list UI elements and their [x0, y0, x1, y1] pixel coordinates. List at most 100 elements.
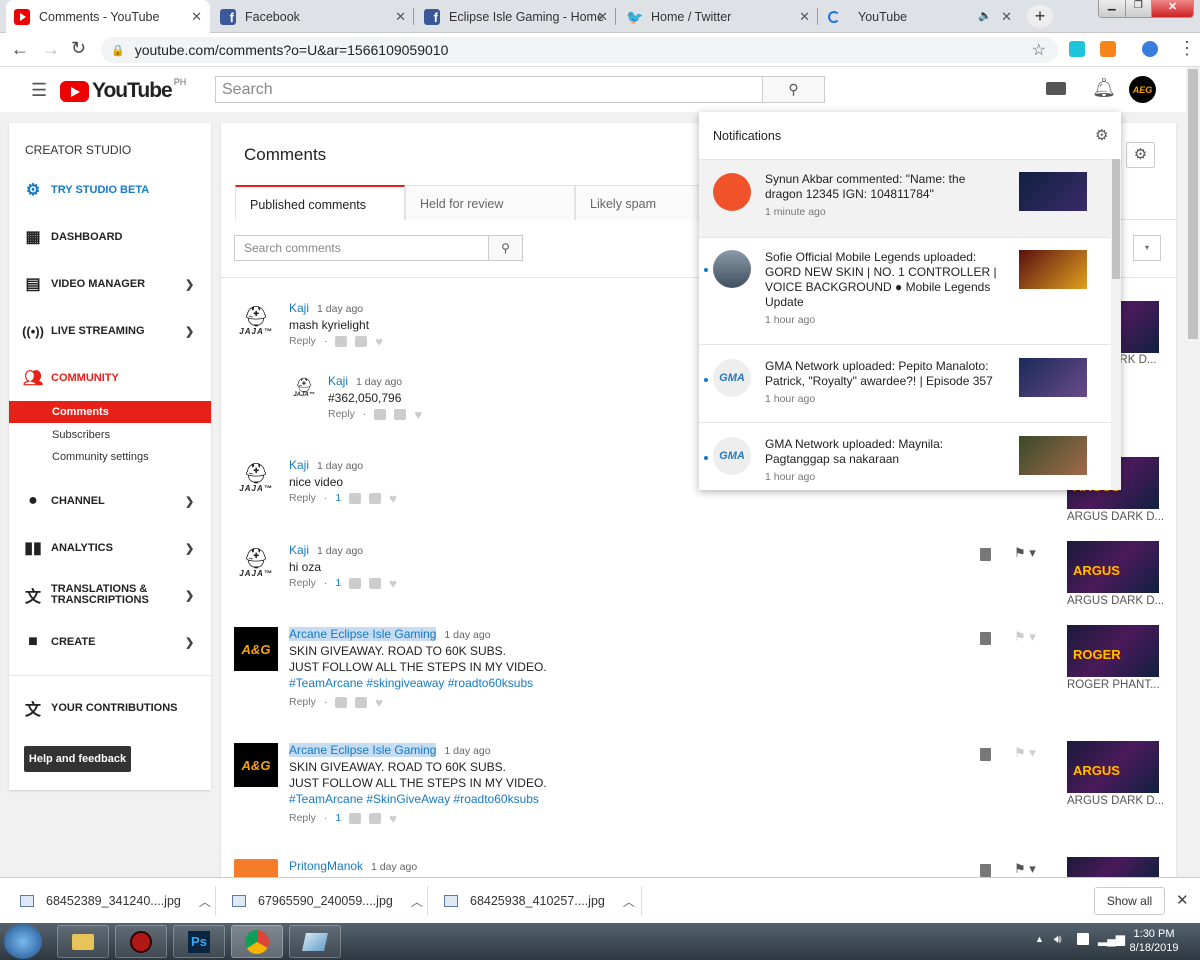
tab-youtube[interactable]: YouTube 🔈 ✕: [820, 0, 1020, 33]
account-avatar[interactable]: AEG: [1129, 76, 1156, 103]
upload-video-icon[interactable]: [1046, 82, 1066, 95]
notification-item[interactable]: GMA GMA Network uploaded: Pepito Manalot…: [699, 344, 1111, 422]
forward-icon[interactable]: →: [42, 39, 60, 60]
sidebar-item-community[interactable]: 👥︎ COMMUNITY: [9, 367, 211, 389]
heart-icon[interactable]: ♥: [389, 812, 397, 825]
trash-icon[interactable]: [980, 864, 991, 877]
minimize-button[interactable]: ▁: [1099, 0, 1125, 17]
comment-time[interactable]: 1 day ago: [317, 460, 363, 472]
sort-dropdown[interactable]: ▾: [1133, 235, 1161, 261]
app-button[interactable]: [289, 925, 341, 958]
close-icon[interactable]: ✕: [191, 9, 202, 25]
trash-icon[interactable]: [980, 632, 991, 645]
clock[interactable]: 1:30 PM 8/18/2019: [1123, 927, 1185, 955]
extension-icon[interactable]: [1069, 41, 1085, 57]
thumbs-up-icon[interactable]: [335, 335, 348, 347]
notification-item[interactable]: Sofie Official Mobile Legends uploaded: …: [699, 237, 1111, 344]
thumbs-down-icon[interactable]: [355, 335, 368, 347]
video-thumbnail[interactable]: ARGUS: [1067, 741, 1159, 793]
reload-icon[interactable]: ↻: [71, 38, 86, 59]
video-caption[interactable]: ARGUS DARK D...: [1067, 511, 1164, 523]
chevron-down-icon[interactable]: ❯: [185, 495, 194, 508]
help-feedback-button[interactable]: Help and feedback: [24, 746, 131, 772]
comment-time[interactable]: 1 day ago: [444, 745, 490, 757]
comment-time[interactable]: 1 day ago: [444, 629, 490, 641]
thumbs-up-icon[interactable]: [349, 577, 362, 589]
close-icon[interactable]: ✕: [799, 9, 810, 25]
comment-author[interactable]: Arcane Eclipse Isle Gaming: [289, 627, 437, 641]
sidebar-item-create[interactable]: ■ CREATE ❯: [9, 631, 211, 653]
comment-author[interactable]: Kaji: [328, 374, 348, 388]
thumbs-up-icon[interactable]: [349, 492, 362, 504]
sidebar-item-live-streaming[interactable]: ((•)) LIVE STREAMING ❯: [9, 320, 211, 342]
network-warning-icon[interactable]: [1077, 933, 1089, 945]
chevron-up-icon[interactable]: ︿: [199, 893, 211, 910]
flag-icon[interactable]: ⚑ ▾: [1014, 629, 1036, 645]
video-thumbnail[interactable]: ROGER: [1067, 625, 1159, 677]
notif-scrollbar[interactable]: [1111, 159, 1121, 490]
menu-dots-icon[interactable]: ⋮: [1178, 38, 1196, 59]
chevron-down-icon[interactable]: ❯: [185, 589, 194, 602]
notification-item[interactable]: Synun Akbar commented: "Name: the dragon…: [699, 159, 1111, 237]
reply-button[interactable]: Reply: [289, 812, 316, 824]
chevron-down-icon[interactable]: ❯: [185, 636, 194, 649]
search-comments-input[interactable]: Search comments: [234, 235, 490, 261]
sidebar-item-contributions[interactable]: 文 YOUR CONTRIBUTIONS: [9, 697, 211, 719]
notifications-bell-icon[interactable]: 🔔︎: [1092, 76, 1116, 100]
youtube-logo[interactable]: YouTube PH: [60, 77, 186, 103]
thumbs-up-icon[interactable]: [335, 696, 348, 708]
chevron-up-icon[interactable]: ︿: [623, 893, 635, 910]
aeg-avatar[interactable]: A&G: [234, 743, 278, 787]
comment-author[interactable]: Kaji: [289, 458, 309, 472]
community-sub-subscribers[interactable]: Subscribers: [52, 429, 110, 441]
thumbs-down-icon[interactable]: [355, 696, 368, 708]
signal-icon[interactable]: ▂▄▆: [1098, 932, 1125, 946]
jaja-avatar[interactable]: ⛑ JAJA™: [233, 543, 279, 583]
search-comments-button[interactable]: ⚲: [488, 235, 523, 261]
tab-held-for-review[interactable]: Held for review: [405, 185, 575, 220]
photoshop-button[interactable]: Ps: [173, 925, 225, 958]
close-icon[interactable]: ✕: [1176, 891, 1189, 909]
chevron-down-icon[interactable]: ❯: [185, 278, 194, 291]
video-thumbnail[interactable]: [1067, 857, 1159, 877]
community-sub-comments[interactable]: Comments: [9, 401, 211, 423]
thumbs-down-icon[interactable]: [369, 812, 382, 824]
tab-twitter[interactable]: 🐦 Home / Twitter ✕: [618, 0, 818, 33]
video-thumbnail[interactable]: ARGUS: [1067, 541, 1159, 593]
comment-time[interactable]: 1 day ago: [371, 861, 417, 873]
chevron-down-icon[interactable]: ❯: [185, 325, 194, 338]
comment-hashtags[interactable]: #TeamArcane #SkinGiveAway #roadto60ksubs: [289, 791, 547, 807]
chrome-button[interactable]: [231, 925, 283, 958]
thumbs-down-icon[interactable]: [394, 408, 407, 420]
url-field[interactable]: 🔒 youtube.com/comments?o=U&ar=1566109059…: [101, 37, 1058, 63]
trash-icon[interactable]: [980, 748, 991, 761]
back-icon[interactable]: ←: [11, 39, 29, 60]
community-sub-settings[interactable]: Community settings: [52, 451, 149, 463]
sidebar-item-analytics[interactable]: ▮▮ ANALYTICS ❯: [9, 537, 211, 559]
gear-icon[interactable]: ⚙: [1095, 126, 1108, 144]
tab-likely-spam[interactable]: Likely spam: [575, 185, 700, 220]
tab-facebook[interactable]: f Facebook ✕: [212, 0, 414, 33]
thumbs-up-icon[interactable]: [374, 408, 387, 420]
scrollbar-thumb[interactable]: [1188, 69, 1198, 339]
thumbs-up-icon[interactable]: [349, 812, 362, 824]
video-caption[interactable]: ARGUS DARK D...: [1067, 595, 1164, 607]
sidebar-item-translations[interactable]: 文 TRANSLATIONS & TRANSCRIPTIONS ❯: [9, 584, 211, 607]
close-icon[interactable]: ✕: [597, 9, 608, 25]
heart-icon[interactable]: ♥: [389, 577, 397, 590]
trash-icon[interactable]: [980, 548, 991, 561]
app-button[interactable]: [115, 925, 167, 958]
restore-button[interactable]: ❐: [1124, 0, 1152, 17]
flag-icon[interactable]: ⚑ ▾: [1014, 545, 1036, 561]
heart-icon[interactable]: ♥: [375, 335, 383, 348]
comment-hashtags[interactable]: #TeamArcane #skingiveaway #roadto60ksubs: [289, 675, 547, 691]
window-close-button[interactable]: ✕: [1151, 0, 1193, 17]
reply-button[interactable]: Reply: [289, 577, 316, 589]
file-explorer-button[interactable]: [57, 925, 109, 958]
video-caption[interactable]: ROGER PHANT...: [1067, 679, 1160, 691]
search-input[interactable]: Search: [215, 76, 763, 103]
try-studio-beta-link[interactable]: ⚙ TRY STUDIO BETA: [9, 179, 211, 201]
comment-author[interactable]: Arcane Eclipse Isle Gaming: [289, 743, 437, 757]
flag-icon[interactable]: ⚑ ▾: [1014, 745, 1036, 761]
video-caption[interactable]: ARGUS DARK D...: [1067, 795, 1164, 807]
